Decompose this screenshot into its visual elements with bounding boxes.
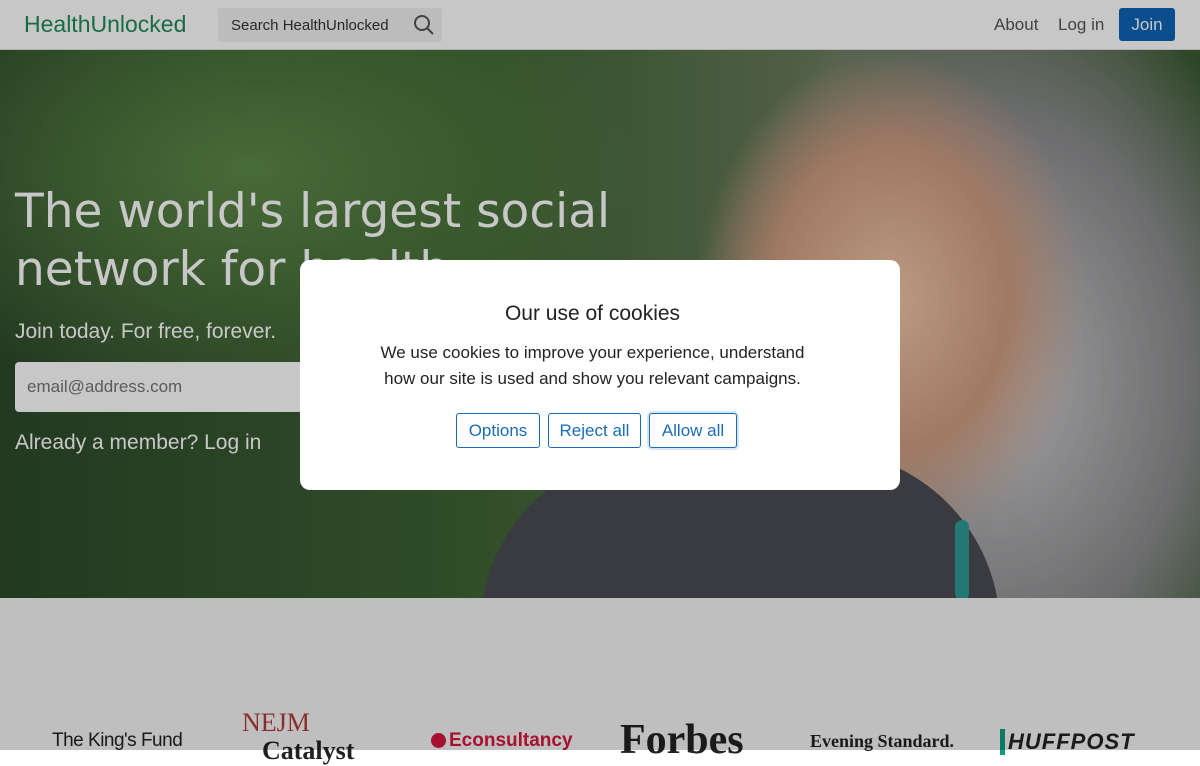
cookie-allow-all-button[interactable]: Allow all: [649, 413, 737, 448]
cookie-dialog-text: We use cookies to improve your experienc…: [380, 343, 805, 388]
cookie-dialog-title: Our use of cookies: [504, 302, 681, 325]
cookie-reject-all-button[interactable]: Reject all: [548, 413, 641, 448]
cookie-dialog: Our use of cookies We use cookies to imp…: [300, 260, 900, 490]
cookie-options-button[interactable]: Options: [456, 413, 540, 448]
